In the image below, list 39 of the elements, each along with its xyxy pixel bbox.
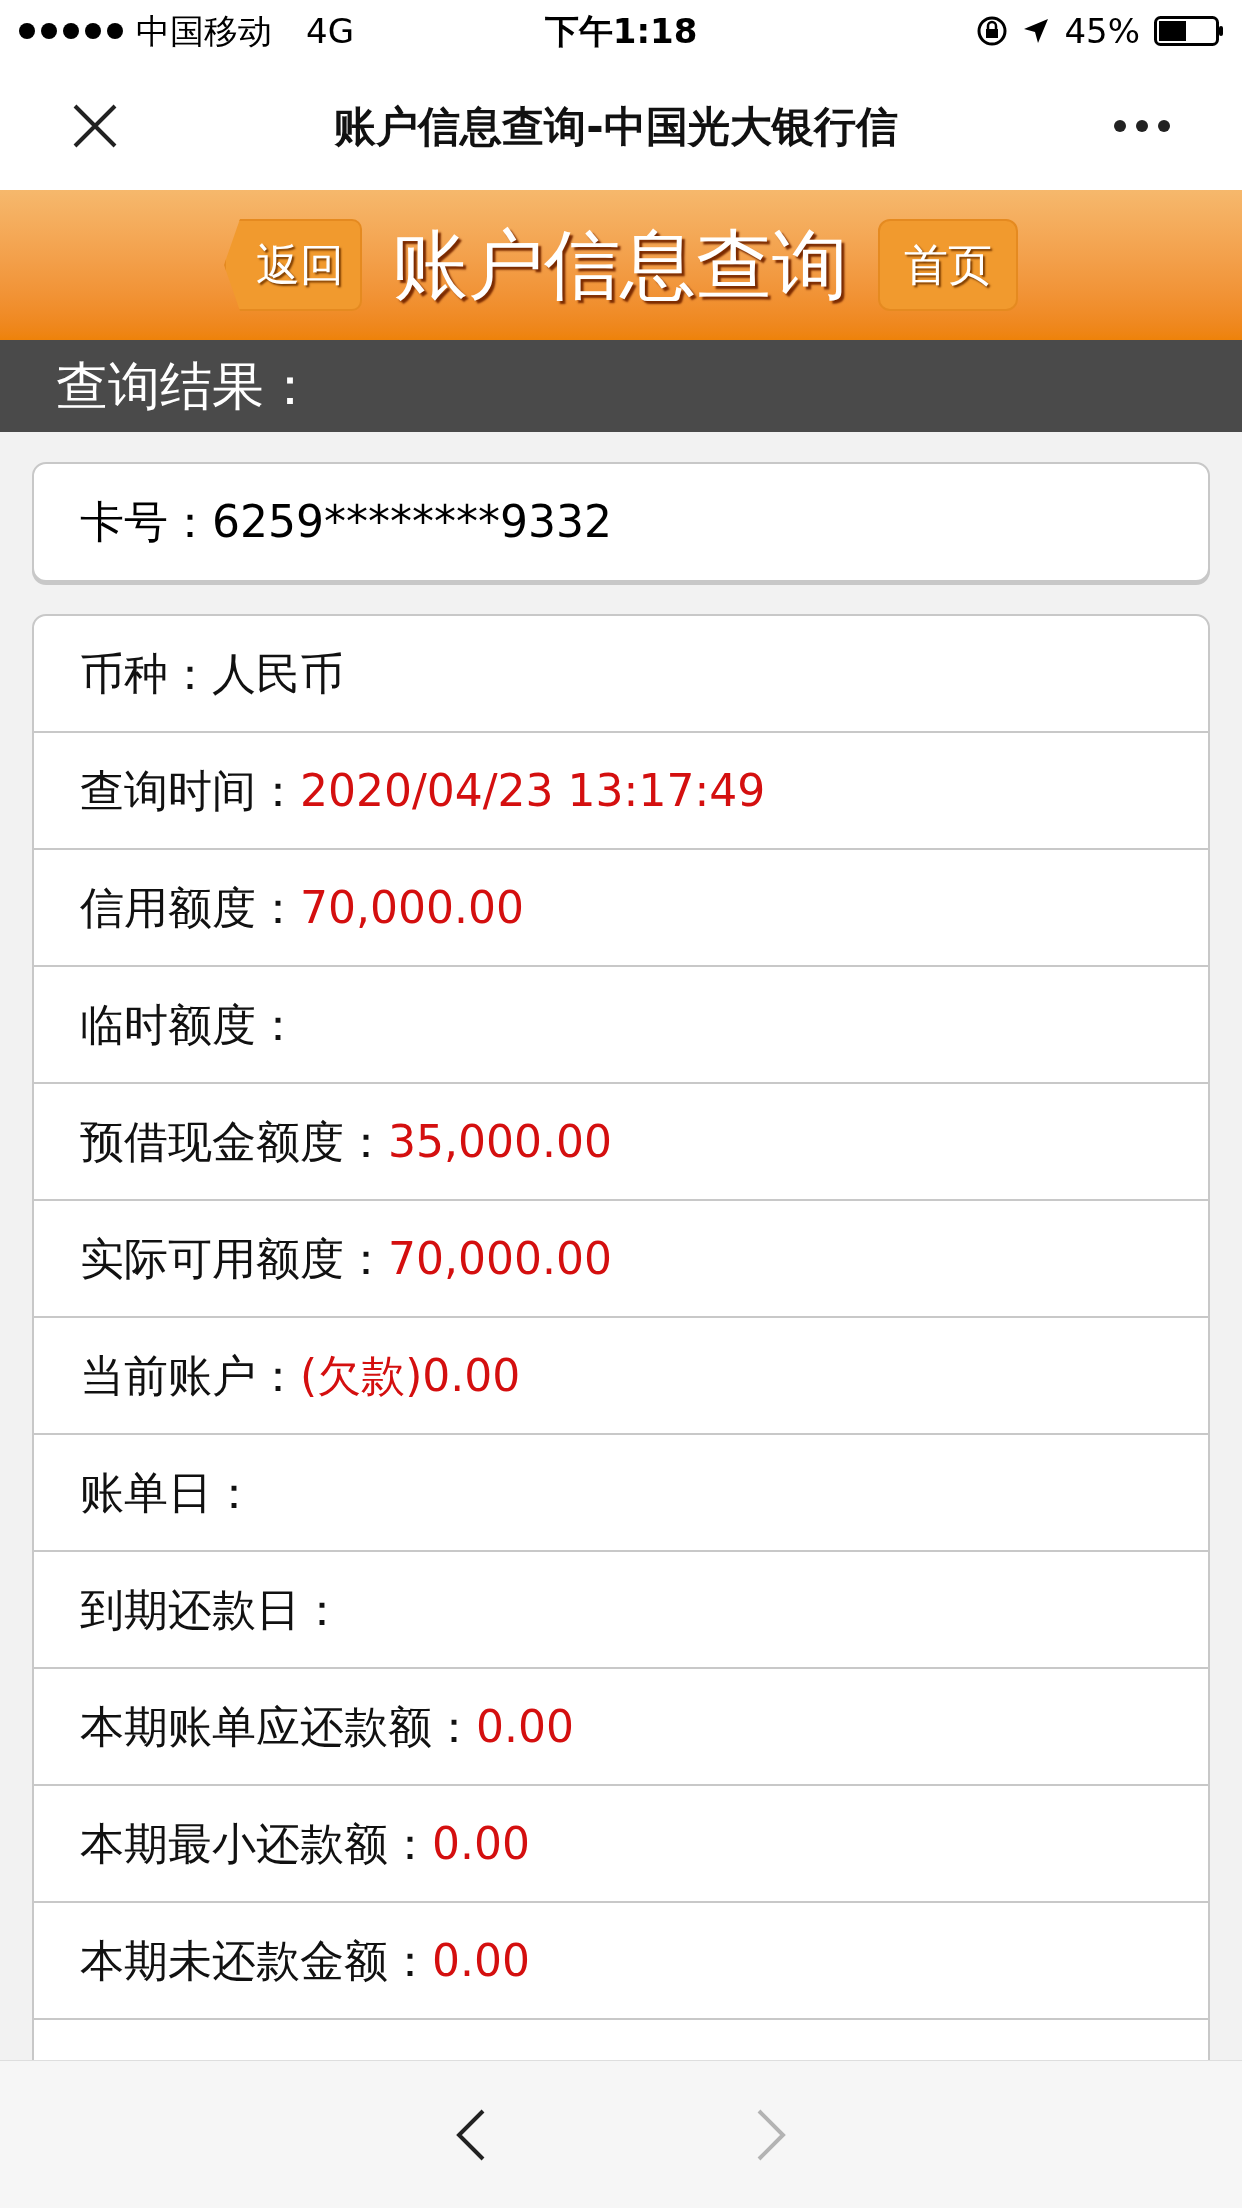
field-value: 0.00: [432, 1816, 530, 1871]
more-icon: [1114, 120, 1170, 132]
rotation-lock-icon: [976, 15, 1009, 47]
header-title: 账户信息查询: [392, 219, 848, 311]
field-label: 本期未还款金额：: [80, 1933, 432, 1988]
field-value: 0.00: [432, 1933, 530, 1988]
field-label: 到期还款日：: [80, 1582, 344, 1637]
battery-percent: 45%: [1064, 9, 1140, 53]
field-value: 0.00: [476, 1699, 574, 1754]
back-button[interactable]: 返回: [224, 219, 362, 311]
chevron-left-icon: [456, 2108, 486, 2161]
field-label: 本期账单应还款额：: [80, 1699, 476, 1754]
field-value: 2020/04/23 13:17:49: [300, 763, 766, 818]
signal-icon: [18, 22, 126, 40]
carrier-text: 中国移动: [136, 9, 272, 53]
status-time: 下午1:18: [544, 9, 698, 53]
card-number-text: 卡号：6259********9332: [80, 495, 612, 549]
location-icon: [1022, 17, 1051, 45]
field-label: 本期最小还款额：: [80, 1816, 432, 1871]
field-label: 临时额度：: [80, 997, 300, 1052]
field-label: 实际可用额度：: [80, 1231, 388, 1286]
home-button[interactable]: 首页: [878, 219, 1018, 311]
field-value: 人民币: [212, 646, 344, 701]
field-value: (欠款)0.00: [300, 1348, 521, 1403]
chevron-right-icon: [756, 2108, 786, 2161]
field-label: 账单日：: [80, 1465, 256, 1520]
field-label: 信用额度：: [80, 880, 300, 935]
page-title: 账户信息查询-中国光大银行信: [334, 100, 898, 153]
field-label: 币种：: [80, 646, 212, 701]
network-text: 4G: [306, 9, 354, 53]
field-value: 35,000.00: [388, 1114, 612, 1169]
section-title: 查询结果：: [56, 355, 316, 418]
field-label: 预借现金额度：: [80, 1114, 388, 1169]
field-label: 当前账户：: [80, 1348, 300, 1403]
field-value: 70,000.00: [388, 1231, 612, 1286]
field-label: 查询时间：: [80, 763, 300, 818]
field-value: 70,000.00: [300, 880, 524, 935]
close-icon: [72, 103, 118, 149]
battery-icon: [1154, 16, 1224, 46]
